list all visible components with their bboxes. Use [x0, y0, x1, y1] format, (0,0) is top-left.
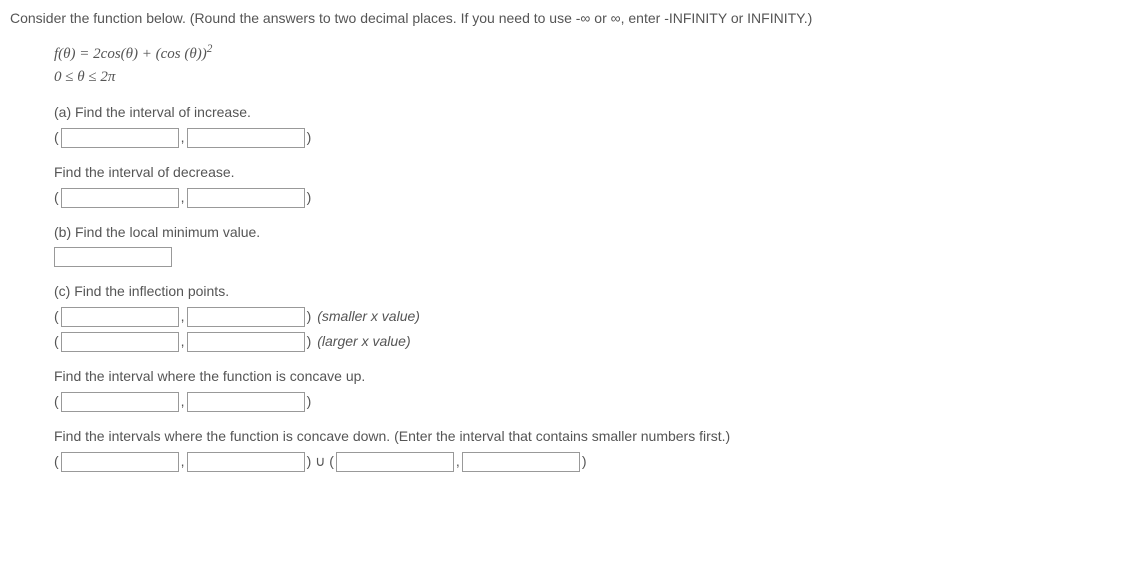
part-b-label: (b) Find the local minimum value.	[54, 222, 1112, 243]
part-a-decrease-label: Find the interval of decrease.	[54, 162, 1112, 183]
comma: ,	[181, 127, 185, 148]
open-paren: (	[54, 331, 59, 352]
concave-up-start-input[interactable]	[61, 392, 179, 412]
concave-down-row: ( , ) ∪ ( , )	[54, 451, 1112, 472]
local-min-row	[54, 247, 1112, 267]
concave-down2-end-input[interactable]	[462, 452, 580, 472]
local-min-input[interactable]	[54, 247, 172, 267]
open-paren: (	[54, 451, 59, 472]
comma: ,	[181, 391, 185, 412]
part-c-inflection-label: (c) Find the inflection points.	[54, 281, 1112, 302]
decrease-start-input[interactable]	[61, 188, 179, 208]
interval-increase-row: ( , )	[54, 127, 1112, 148]
decrease-end-input[interactable]	[187, 188, 305, 208]
increase-start-input[interactable]	[61, 128, 179, 148]
comma: ,	[181, 187, 185, 208]
close-paren: )	[307, 306, 312, 327]
smaller-x-note: (smaller x value)	[317, 306, 420, 327]
inflection1-y-input[interactable]	[187, 307, 305, 327]
concave-down1-start-input[interactable]	[61, 452, 179, 472]
open-paren: (	[54, 127, 59, 148]
part-a-increase-label: (a) Find the interval of increase.	[54, 102, 1112, 123]
close-paren: )	[582, 451, 587, 472]
comma: ,	[181, 331, 185, 352]
close-paren: )	[307, 127, 312, 148]
inflection2-y-input[interactable]	[187, 332, 305, 352]
function-formula: f(θ) = 2cos(θ) + (cos (θ))2	[54, 41, 1112, 66]
open-paren: (	[54, 187, 59, 208]
comma: ,	[181, 451, 185, 472]
open-paren: (	[54, 306, 59, 327]
concave-down2-start-input[interactable]	[336, 452, 454, 472]
comma: ,	[181, 306, 185, 327]
close-paren: )	[307, 391, 312, 412]
inflection1-x-input[interactable]	[61, 307, 179, 327]
close-paren: )	[307, 331, 312, 352]
concave-down1-end-input[interactable]	[187, 452, 305, 472]
increase-end-input[interactable]	[187, 128, 305, 148]
open-paren: (	[54, 391, 59, 412]
inflection-smaller-row: ( , ) (smaller x value)	[54, 306, 1112, 327]
inflection-larger-row: ( , ) (larger x value)	[54, 331, 1112, 352]
larger-x-note: (larger x value)	[317, 331, 410, 352]
interval-decrease-row: ( , )	[54, 187, 1112, 208]
comma: ,	[456, 451, 460, 472]
close-paren: )	[307, 187, 312, 208]
concave-down-label: Find the intervals where the function is…	[54, 426, 1112, 447]
concave-up-label: Find the interval where the function is …	[54, 366, 1112, 387]
question-intro: Consider the function below. (Round the …	[10, 8, 1112, 29]
union-segment: ) ∪ (	[307, 451, 334, 472]
concave-up-end-input[interactable]	[187, 392, 305, 412]
inflection2-x-input[interactable]	[61, 332, 179, 352]
concave-up-row: ( , )	[54, 391, 1112, 412]
domain-restriction: 0 ≤ θ ≤ 2π	[54, 66, 1112, 89]
